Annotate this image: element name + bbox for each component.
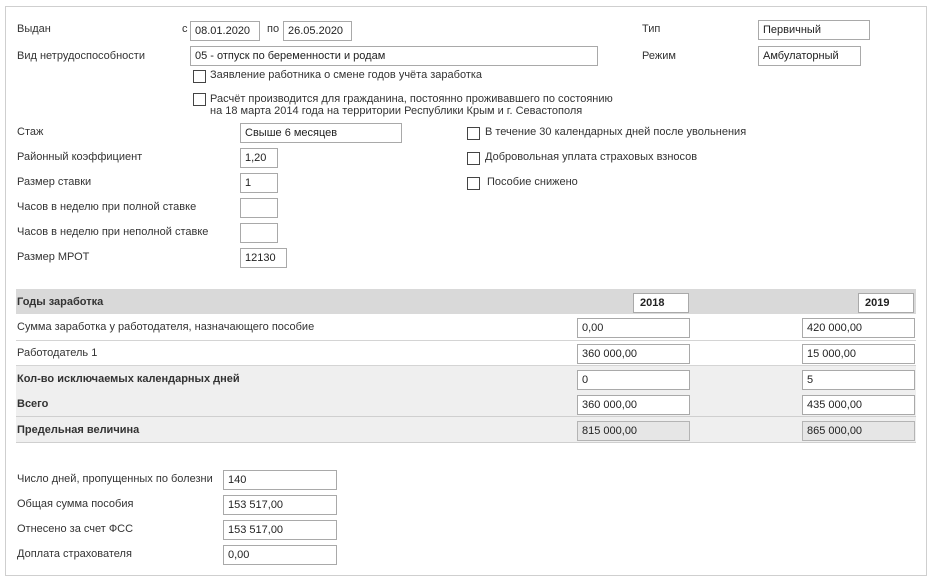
row-value-year2[interactable]: 15 000,00 [802,344,915,364]
to-label: по [267,23,280,35]
district-coef-field[interactable]: 1,20 [240,148,278,168]
type-field[interactable]: Первичный [758,20,870,40]
row-value-year1[interactable]: 0 [577,370,690,390]
voluntary-contributions-checkbox[interactable] [467,152,480,165]
sick-days-label: Число дней, пропущенных по болезни [17,473,213,485]
insurer-extra-label: Доплата страхователя [17,548,132,560]
hours-full-label: Часов в неделю при полной ставке [17,201,197,213]
row-label: Работодатель 1 [17,347,98,359]
row-value-year1: 815 000,00 [577,421,690,441]
row-value-year2[interactable]: 5 [802,370,915,390]
row-divider [16,416,916,417]
rate-size-label: Размер ставки [17,176,92,188]
fss-field[interactable]: 153 517,00 [223,520,337,540]
row-value-year2[interactable]: 435 000,00 [802,395,915,415]
voluntary-contributions-label: Добровольная уплата страховых взносов [485,151,698,163]
year1-field[interactable]: 2018 [633,293,689,313]
benefit-reduced-checkbox[interactable] [467,177,480,190]
row-value-year1[interactable]: 360 000,00 [577,344,690,364]
mrot-label: Размер МРОТ [17,251,90,263]
earnings-years-label: Годы заработка [17,296,104,308]
date-from-input[interactable]: 08.01.2020 [190,21,260,41]
change-years-label: Заявление работника о смене годов учёта … [210,69,483,81]
fss-label: Отнесено за счет ФСС [17,523,134,535]
hours-part-label: Часов в неделю при неполной ставке [17,226,209,238]
rate-size-field[interactable]: 1 [240,173,278,193]
hours-part-field[interactable] [240,223,278,243]
disability-type-label: Вид нетрудоспособности [17,50,145,62]
experience-label: Стаж [17,126,44,138]
row-value-year2: 865 000,00 [802,421,915,441]
earnings-header-band [16,289,916,314]
experience-field[interactable]: Свыше 6 месяцев [240,123,402,143]
row-value-year1[interactable]: 0,00 [577,318,690,338]
total-benefit-label: Общая сумма пособия [17,498,134,510]
year2-field[interactable]: 2019 [858,293,914,313]
issued-label: Выдан [17,23,51,35]
mrot-field[interactable]: 12130 [240,248,287,268]
disability-type-field[interactable]: 05 - отпуск по беременности и родам [190,46,598,66]
benefit-reduced-label: Пособие снижено [487,176,578,188]
after-dismissal-label: В течение 30 календарных дней после увол… [485,126,747,138]
crimea-label-line2: на 18 марта 2014 года на территории Респ… [210,105,583,117]
mode-field[interactable]: Амбулаторный [758,46,861,66]
change-years-checkbox[interactable] [193,70,206,83]
type-label: Тип [642,23,661,35]
row-label: Всего [17,398,49,410]
after-dismissal-checkbox[interactable] [467,127,480,140]
mode-label: Режим [642,50,676,62]
total-benefit-field[interactable]: 153 517,00 [223,495,337,515]
row-value-year2[interactable]: 420 000,00 [802,318,915,338]
row-divider [16,340,916,341]
insurer-extra-field[interactable]: 0,00 [223,545,337,565]
sick-days-field[interactable]: 140 [223,470,337,490]
row-divider [16,442,916,443]
row-label: Предельная величина [17,424,140,436]
date-to-input[interactable]: 26.05.2020 [283,21,352,41]
row-label: Кол-во исключаемых календарных дней [17,373,240,385]
hours-full-field[interactable] [240,198,278,218]
district-coef-label: Районный коэффициент [17,151,143,163]
row-label: Сумма заработка у работодателя, назначаю… [17,321,315,333]
from-label: с [182,23,188,35]
crimea-checkbox[interactable] [193,93,206,106]
row-value-year1[interactable]: 360 000,00 [577,395,690,415]
